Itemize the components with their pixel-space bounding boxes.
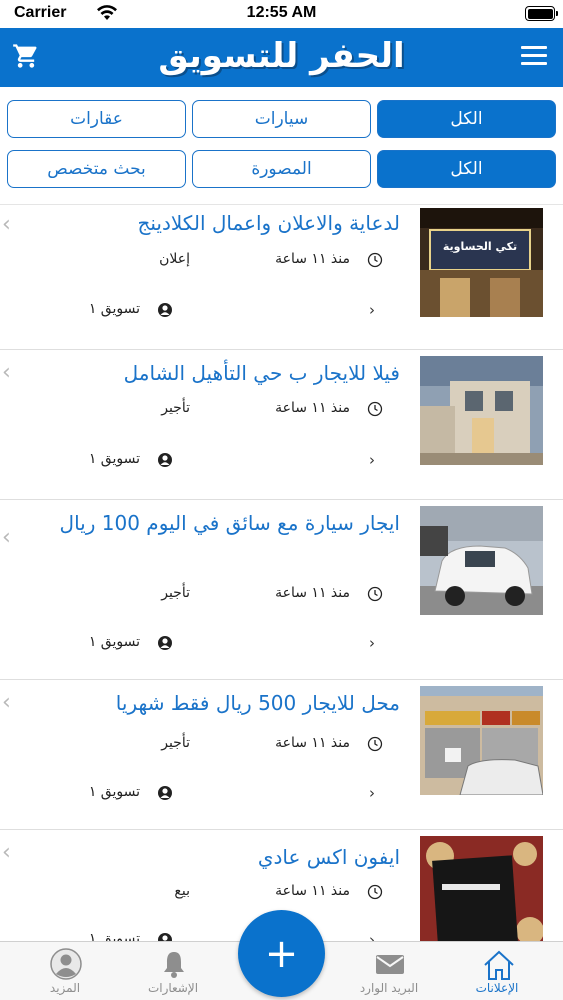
listing-category: تأجير	[161, 400, 190, 416]
mail-icon	[376, 955, 404, 974]
app-header: الحفر للتسويق	[0, 28, 563, 87]
listing-category: إعلان	[159, 251, 190, 267]
tab-ads-label: الإعلانات	[475, 981, 519, 995]
clock-time: 12:55 AM	[246, 4, 317, 21]
listing-title[interactable]: محل للايجار 500 ريال فقط شهريا	[56, 688, 400, 718]
listing-title[interactable]: فيلا للايجار ب حي التأهيل الشامل	[56, 358, 400, 388]
filter-all-type-button[interactable]: الكل	[377, 150, 556, 188]
bell-icon	[164, 952, 184, 978]
list-item[interactable]: تكي الحساوية لدعاية والاعلان واعمال الكل…	[0, 205, 563, 350]
listing-thumbnail	[420, 686, 543, 795]
profile-icon	[50, 948, 82, 980]
add-listing-button[interactable]: +	[238, 910, 325, 997]
listing-thumbnail	[420, 506, 543, 615]
app-title: الحفر للتسويق	[158, 36, 405, 76]
type-filter-row: الكل المصورة بحث متخصص	[7, 150, 556, 188]
list-item[interactable]: محل للايجار 500 ريال فقط شهريا ‹ منذ ١١ …	[0, 680, 563, 830]
tab-inbox[interactable]: البريد الوارد	[344, 942, 434, 1000]
clock-icon	[367, 401, 383, 417]
advanced-search-button[interactable]: بحث متخصص	[7, 150, 186, 188]
tab-more[interactable]: المزيد	[20, 942, 110, 1000]
status-bar: Carrier 12:55 AM	[0, 0, 563, 28]
user-icon	[158, 786, 172, 800]
thumbnail-sign-text: تكي الحساوية	[442, 240, 518, 253]
clock-icon	[367, 252, 383, 268]
listing-category: تأجير	[161, 585, 190, 601]
listing-time: منذ ١١ ساعة	[275, 883, 350, 899]
listing-user[interactable]: تسويق ١	[60, 301, 140, 317]
tab-notifications[interactable]: الإشعارات	[128, 942, 218, 1000]
listing-thumbnail	[420, 356, 543, 465]
listing-category: بيع	[174, 883, 190, 899]
user-icon	[158, 636, 172, 650]
user-icon	[158, 303, 172, 317]
chevron-left-icon: ‹	[2, 525, 11, 550]
listing-user[interactable]: تسويق ١	[60, 634, 140, 650]
filter-all-button[interactable]: الكل	[377, 100, 556, 138]
chevron-right-icon: ›	[369, 451, 375, 469]
chevron-right-icon: ›	[369, 784, 375, 802]
clock-icon	[367, 586, 383, 602]
clock-icon	[367, 884, 383, 900]
chevron-right-icon: ›	[369, 634, 375, 652]
listing-time: منذ ١١ ساعة	[275, 585, 350, 601]
home-icon	[484, 950, 514, 980]
battery-icon	[525, 6, 558, 21]
chevron-right-icon: ›	[369, 301, 375, 319]
listings-list: تكي الحساوية لدعاية والاعلان واعمال الكل…	[0, 204, 563, 942]
list-item[interactable]: ايجار سيارة مع سائق في اليوم 100 ريال ‹ …	[0, 500, 563, 680]
tab-inbox-label: البريد الوارد	[359, 981, 419, 995]
clock-icon	[367, 736, 383, 752]
listing-title[interactable]: لدعاية والاعلان واعمال الكلادينج	[56, 208, 400, 238]
listing-user[interactable]: تسويق ١	[60, 784, 140, 800]
listing-thumbnail	[420, 836, 543, 942]
listing-title[interactable]: ايفون اكس عادي	[56, 842, 400, 872]
chevron-left-icon: ‹	[2, 360, 11, 385]
filter-realestate-button[interactable]: عقارات	[7, 100, 186, 138]
listing-time: منذ ١١ ساعة	[275, 735, 350, 751]
filter-photos-button[interactable]: المصورة	[192, 150, 371, 188]
menu-icon[interactable]	[521, 46, 547, 66]
listing-thumbnail: تكي الحساوية	[420, 208, 543, 317]
listing-user[interactable]: تسويق ١	[60, 451, 140, 467]
chevron-left-icon: ‹	[2, 212, 11, 237]
list-item[interactable]: فيلا للايجار ب حي التأهيل الشامل ‹ منذ ١…	[0, 350, 563, 500]
listing-category: تأجير	[161, 735, 190, 751]
listing-time: منذ ١١ ساعة	[275, 251, 350, 267]
filter-cars-button[interactable]: سيارات	[192, 100, 371, 138]
tab-notifications-label: الإشعارات	[147, 981, 199, 995]
tab-more-label: المزيد	[49, 981, 81, 995]
chevron-left-icon: ‹	[2, 690, 11, 715]
tab-ads[interactable]: الإعلانات	[452, 942, 542, 1000]
listing-title[interactable]: ايجار سيارة مع سائق في اليوم 100 ريال	[56, 508, 400, 538]
chevron-left-icon: ‹	[2, 840, 11, 865]
listing-time: منذ ١١ ساعة	[275, 400, 350, 416]
category-filter-row: الكل سيارات عقارات	[7, 100, 556, 138]
user-icon	[158, 453, 172, 467]
